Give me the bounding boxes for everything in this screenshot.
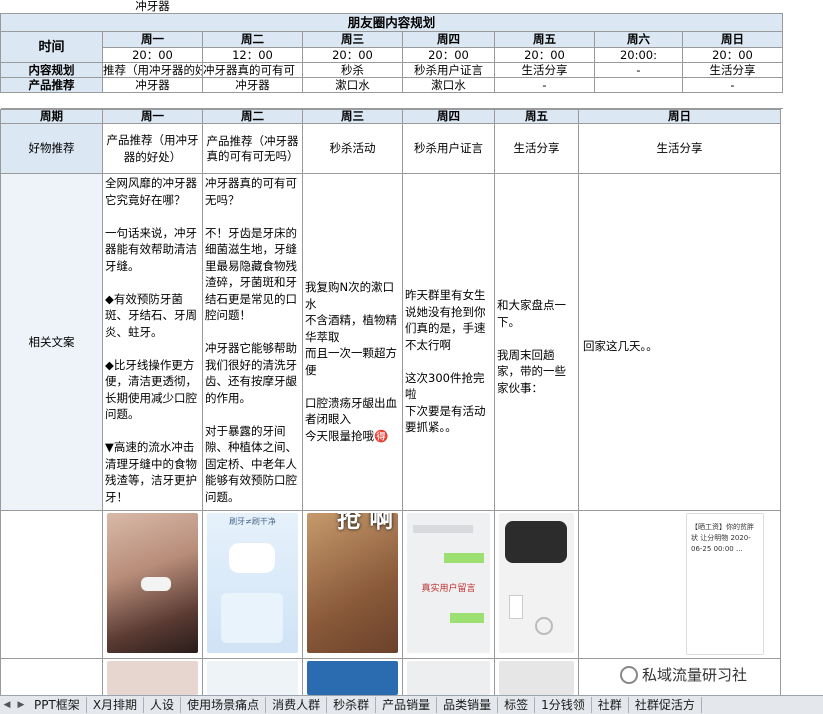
sheet-tab-product-sales[interactable]: 产品销量 <box>376 697 438 713</box>
sheet-tab-community-promo[interactable]: 社群促活方 <box>629 697 702 713</box>
top-cell-text[interactable]: 冲牙器 <box>103 0 203 14</box>
week-day-wed[interactable]: 周三 <box>302 109 403 124</box>
week-day-sun[interactable]: 周日 <box>578 109 781 124</box>
row2-image-fri <box>499 661 574 695</box>
day-sun[interactable]: 周日 <box>682 31 783 48</box>
watermark: 私域流量研习社 <box>620 664 747 685</box>
content-mon[interactable]: 推荐（用冲牙器的好 <box>102 62 203 78</box>
content-plan-table: 冲牙器 朋友圈内容规划 时间 周一 周二 周三 周四 周五 周六 周日 20：0… <box>0 0 783 109</box>
time-thu[interactable]: 20：00 <box>402 47 495 63</box>
content-wed[interactable]: 秒杀 <box>302 62 403 78</box>
time-wed[interactable]: 20：00 <box>302 47 403 63</box>
copy-tue[interactable]: 冲牙器真的可有可无吗？ 不！牙齿是牙床的细菌滋生地，牙缝里最易隐藏食物残渣碎，牙… <box>202 173 303 511</box>
image-label-empty[interactable] <box>0 510 103 659</box>
sheet-tab-tags[interactable]: 标签 <box>498 697 536 713</box>
copy-sun[interactable]: 回家这几天。。 <box>578 173 781 511</box>
rec-thu[interactable]: 秒杀用户证言 <box>402 123 495 174</box>
time-sun[interactable]: 20：00 <box>682 47 783 63</box>
rec-tue[interactable]: 产品推荐（冲牙器真的可有可无吗） <box>202 123 303 174</box>
content-plan-label[interactable]: 内容规划 <box>0 62 103 78</box>
product-tue[interactable]: 冲牙器 <box>202 77 303 93</box>
copy-label[interactable]: 相关文案 <box>0 173 103 511</box>
spreadsheet-grid[interactable]: 冲牙器 朋友圈内容规划 时间 周一 周二 周三 周四 周五 周六 周日 20：0… <box>0 0 823 695</box>
tab-scroll-left-icon[interactable]: ◀ <box>0 700 14 710</box>
rec-mon[interactable]: 产品推荐（用冲牙器的好处） <box>102 123 203 174</box>
copy-wed[interactable]: 我复购N次的漱口水 不含酒精，植物精华萃取 而且一次一颗超方便 口腔溃疡牙龈出血… <box>302 173 403 511</box>
product-sun[interactable]: - <box>682 77 783 93</box>
content-fri[interactable]: 生活分享 <box>494 62 595 78</box>
day-fri[interactable]: 周五 <box>494 31 595 48</box>
plan-title[interactable]: 朋友圈内容规划 <box>0 13 783 32</box>
copy-mon[interactable]: 全网风靡的冲牙器它究竟好在哪？ 一句话来说，冲牙器能有效帮助清洁牙缝。 ◆有效预… <box>102 173 203 511</box>
dental-infographic: 刷牙≠刷干净 <box>207 513 298 653</box>
sheet-tab-one-cent[interactable]: 1分钱领 <box>535 697 592 713</box>
time-sat[interactable]: 20:00: <box>594 47 683 63</box>
rec-fri[interactable]: 生活分享 <box>494 123 579 174</box>
content-sat[interactable]: - <box>594 62 683 78</box>
sheet-tab-consumers[interactable]: 消费人群 <box>266 697 328 713</box>
row2-image-tue <box>207 661 298 695</box>
day-sat[interactable]: 周六 <box>594 31 683 48</box>
travel-kit-photo <box>499 513 574 653</box>
day-thu[interactable]: 周四 <box>402 31 495 48</box>
sheet-tab-flash-group[interactable]: 秒杀群 <box>327 697 377 713</box>
product-wed[interactable]: 漱口水 <box>302 77 403 93</box>
product-thu[interactable]: 漱口水 <box>402 77 495 93</box>
time-fri[interactable]: 20：00 <box>494 47 595 63</box>
image-cell-mon[interactable] <box>102 510 203 659</box>
content-thu[interactable]: 秒杀用户证言 <box>402 62 495 78</box>
time-tue[interactable]: 12：00 <box>202 47 303 63</box>
tab-scroll-right-icon[interactable]: ▶ <box>14 700 28 710</box>
watermark-text: 私域流量研习社 <box>642 666 748 684</box>
chat-screenshot: 真实用户留言 <box>407 513 490 653</box>
product-fri[interactable]: - <box>494 77 595 93</box>
day-mon[interactable]: 周一 <box>102 31 203 48</box>
copy-fri[interactable]: 和大家盘点一下。 我周末回趟家，带的一些家伙事： <box>494 173 579 511</box>
sheet-tab-persona[interactable]: 人设 <box>144 697 182 713</box>
time-mon[interactable]: 20：00 <box>102 47 203 63</box>
week-day-tue[interactable]: 周二 <box>202 109 303 124</box>
wechat-logo-icon <box>620 665 638 684</box>
content-sun[interactable]: 生活分享 <box>682 62 783 78</box>
spacer-row[interactable] <box>0 92 783 109</box>
sheet-tab-bar: ◀ ▶ PPT框架 X月排期 人设 使用场景痛点 消费人群 秒杀群 产品销量 品… <box>0 695 823 714</box>
image-cell-tue[interactable]: 刷牙≠刷干净 <box>202 510 303 659</box>
content-tue[interactable]: 冲牙器真的可有可 <box>202 62 303 78</box>
child-brushing-photo <box>107 513 198 653</box>
product-mon[interactable]: 冲牙器 <box>102 77 203 93</box>
sheet-tab-month[interactable]: X月排期 <box>87 697 145 713</box>
week-day-mon[interactable]: 周一 <box>102 109 203 124</box>
copy-thu[interactable]: 昨天群里有女生说她没有抢到你们真的是，手速不太行啊 这次300件抢完啦 下次要是… <box>402 173 495 511</box>
rec-label[interactable]: 好物推荐 <box>0 123 103 174</box>
product-rec-label[interactable]: 产品推荐 <box>0 77 103 93</box>
rec-wed[interactable]: 秒杀活动 <box>302 123 403 174</box>
empty-cell[interactable] <box>1 0 103 14</box>
row2-image-thu <box>407 661 490 695</box>
image-cell-wed[interactable]: 抢 啊 啊 <box>302 510 403 659</box>
day-tue[interactable]: 周二 <box>202 31 303 48</box>
image-cell-sun[interactable]: 【晒工资】你的贫胖状 让分明物 2020-06-25 00:00 ... <box>578 510 781 659</box>
time-label[interactable]: 时间 <box>0 31 103 63</box>
day-wed[interactable]: 周三 <box>302 31 403 48</box>
rec-sun[interactable]: 生活分享 <box>578 123 781 174</box>
sheet-tab-scenes[interactable]: 使用场景痛点 <box>181 697 267 713</box>
sheet-tab-ppt[interactable]: PPT框架 <box>28 697 87 713</box>
sheet-tab-category-sales[interactable]: 品类销量 <box>437 697 499 713</box>
baby-meme-photo: 抢 啊 啊 <box>307 513 398 653</box>
image-cell-thu[interactable]: 真实用户留言 <box>402 510 495 659</box>
weekly-schedule-table: 周期 周一 周二 周三 周四 周五 周日 好物推荐 产品推荐（用冲牙器的好处） … <box>0 109 781 695</box>
row2-image-mon <box>107 661 198 695</box>
week-day-thu[interactable]: 周四 <box>402 109 495 124</box>
period-label[interactable]: 周期 <box>0 109 103 124</box>
sheet-tab-community[interactable]: 社群 <box>592 697 629 713</box>
product-sat[interactable] <box>594 77 683 93</box>
salary-post-screenshot: 【晒工资】你的贫胖状 让分明物 2020-06-25 00:00 ... <box>686 513 764 655</box>
image-cell-fri[interactable] <box>494 510 579 659</box>
week-day-fri[interactable]: 周五 <box>494 109 579 124</box>
row2-image-wed <box>307 661 398 695</box>
